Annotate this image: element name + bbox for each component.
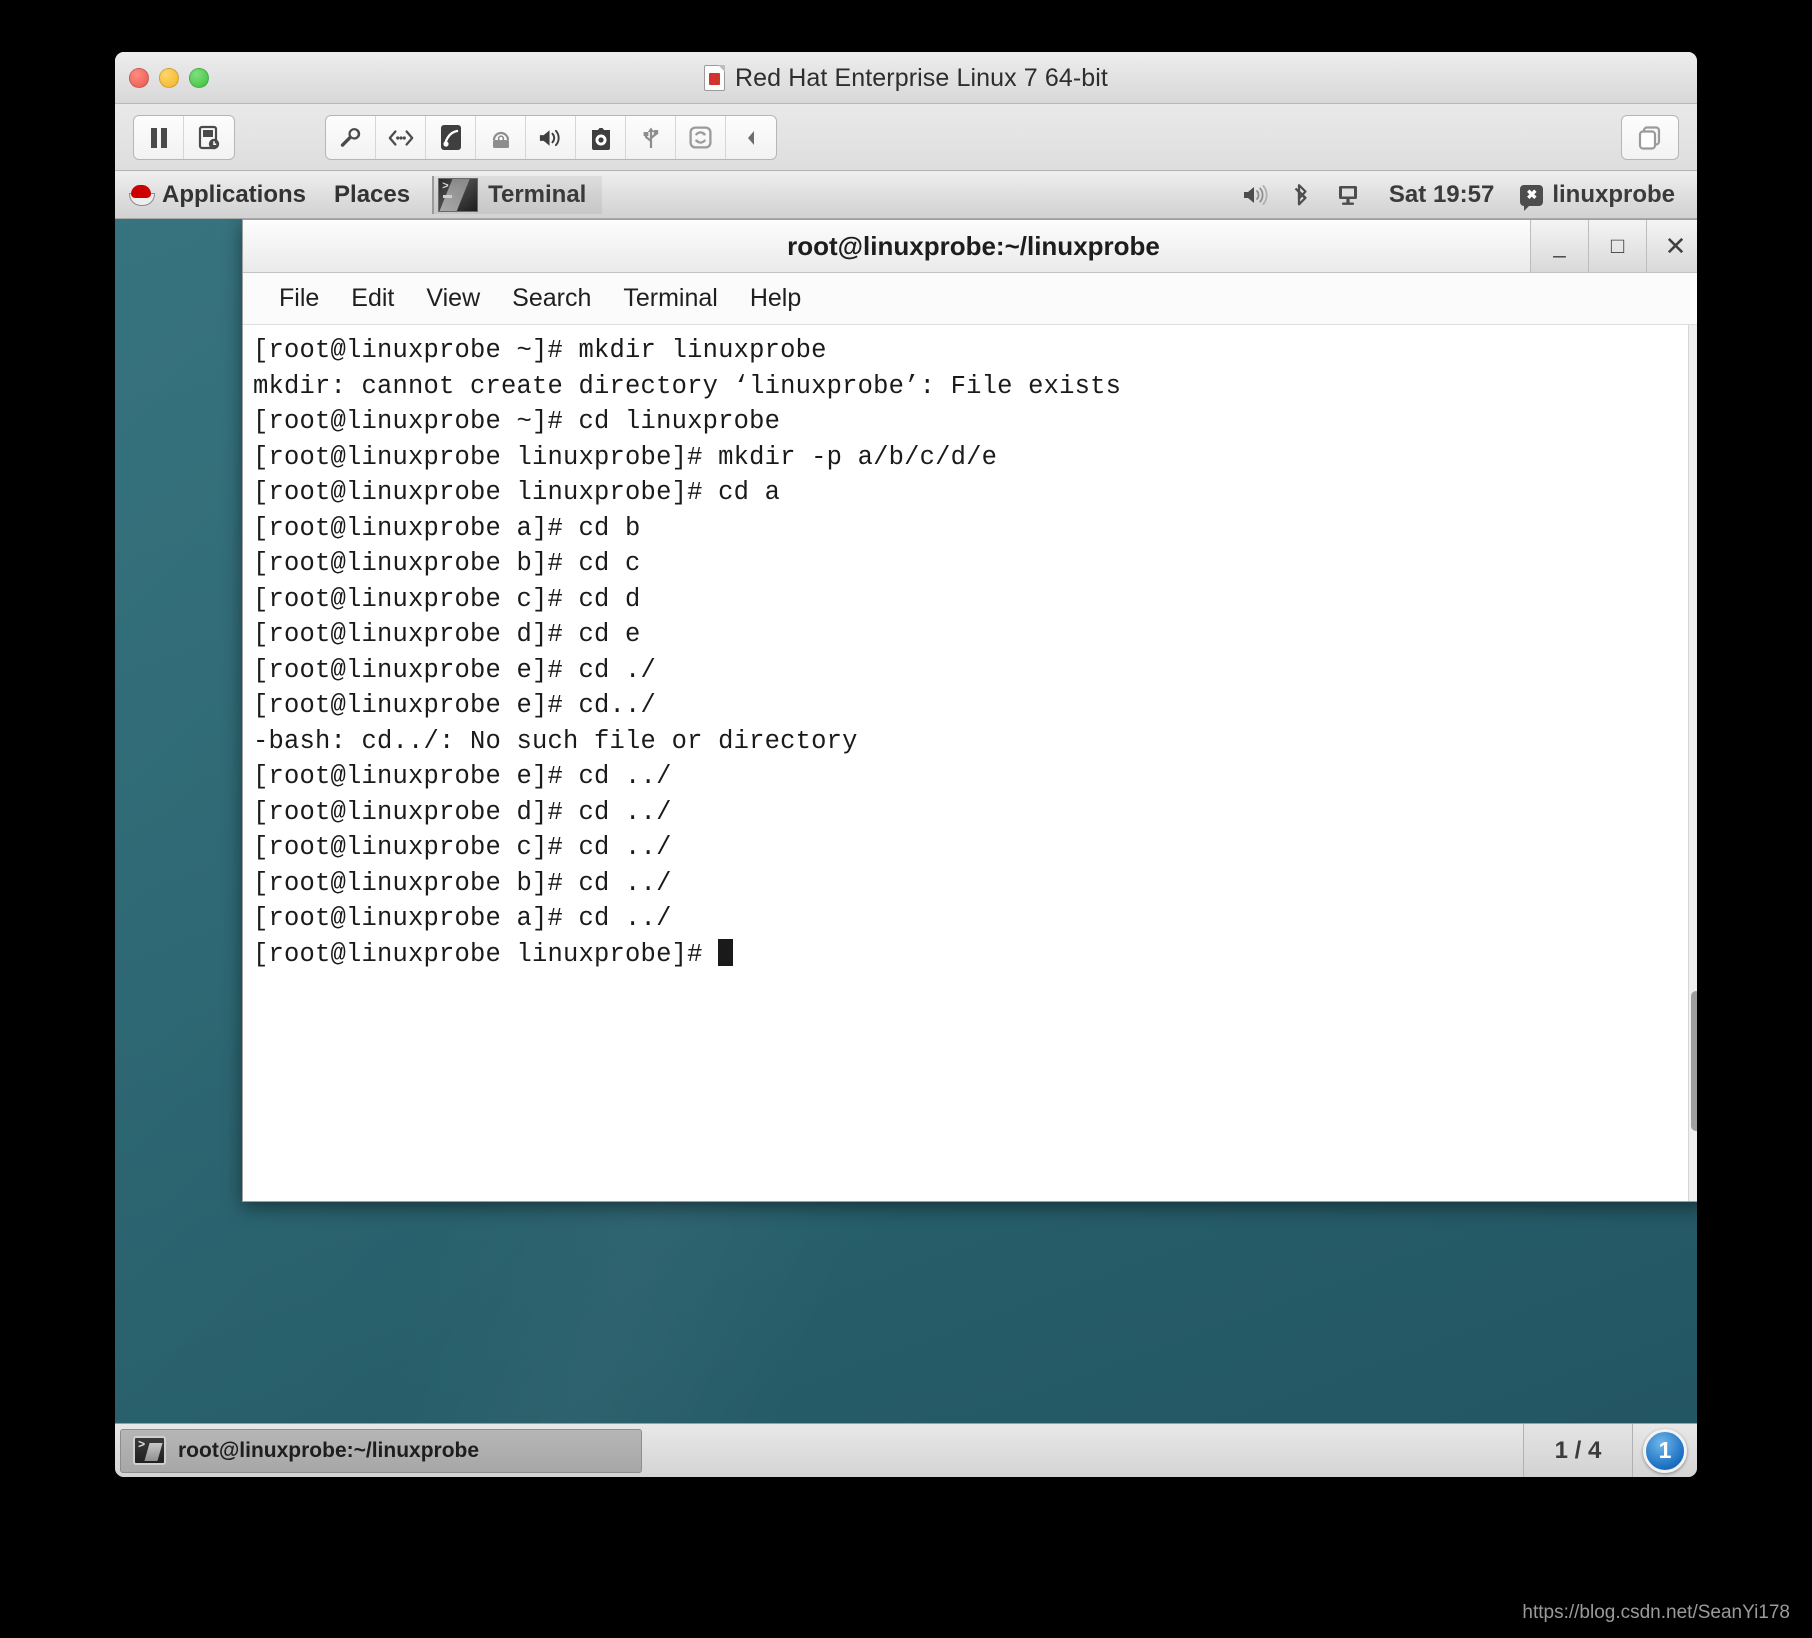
chat-bubble-icon: ✖ <box>1520 184 1544 211</box>
panel-window-button-terminal[interactable]: > Terminal <box>432 176 603 214</box>
terminal-cursor <box>718 938 734 966</box>
vm-document-icon <box>704 65 726 91</box>
menu-file[interactable]: File <box>265 280 333 317</box>
hard-disk-icon[interactable] <box>426 116 476 159</box>
terminal-line: [root@linuxprobe ~]# mkdir linuxprobe <box>253 336 827 365</box>
terminal-line: [root@linuxprobe e]# cd ../ <box>253 762 672 791</box>
terminal-line: [root@linuxprobe d]# cd e <box>253 620 641 649</box>
bluetooth-icon[interactable] <box>1279 172 1325 218</box>
terminal-line: [root@linuxprobe b]# cd ../ <box>253 868 672 898</box>
collapse-chevron-icon[interactable] <box>726 116 776 159</box>
menu-terminal[interactable]: Terminal <box>609 280 731 317</box>
gnome-panel-right: Sat 19:57 ✖ linuxprobe <box>1233 172 1697 218</box>
gnome-clock[interactable]: Sat 19:57 <box>1371 181 1512 209</box>
redhat-logo-icon <box>129 184 155 206</box>
menu-search[interactable]: Search <box>498 280 605 317</box>
maximize-button[interactable]: □ <box>1588 220 1646 272</box>
terminal-line: [root@linuxprobe d]# cd ../ <box>253 797 672 827</box>
guest-os-screen: Applications Places > Terminal Sat 19:57… <box>115 172 1697 1477</box>
terminal-line: -bash: cd../: No such file or directory <box>253 726 858 756</box>
vm-window-title: Red Hat Enterprise Linux 7 64-bit <box>735 63 1108 92</box>
gnome-user-menu[interactable]: ✖ linuxprobe <box>1512 181 1689 211</box>
pause-icon[interactable] <box>134 116 184 159</box>
terminal-line: [root@linuxprobe ~]# cd linuxprobe <box>253 407 781 436</box>
terminal-menubar: File Edit View Search Terminal Help <box>243 273 1697 325</box>
terminal-window-controls: _ □ ✕ <box>1530 220 1697 272</box>
vm-toolbar-device-group <box>325 115 777 160</box>
terminal-prompt-line: [root@linuxprobe linuxprobe]# <box>253 937 1688 973</box>
camera-icon[interactable] <box>576 116 626 159</box>
terminal-line: [root@linuxprobe b]# cd c <box>253 549 641 578</box>
terminal-line: mkdir: cannot create directory ‘linuxpro… <box>253 371 1122 401</box>
network-icon[interactable] <box>376 116 426 159</box>
snapshot-icon[interactable] <box>184 116 234 159</box>
vm-toolbar <box>115 104 1697 171</box>
terminal-line: [root@linuxprobe linuxprobe]# mkdir -p a… <box>253 442 998 472</box>
cd-dvd-icon[interactable] <box>476 116 526 159</box>
vm-toolbar-right-group <box>1621 115 1679 160</box>
vm-title-group: Red Hat Enterprise Linux 7 64-bit <box>115 52 1697 104</box>
minimize-button[interactable]: _ <box>1530 220 1588 272</box>
terminal-icon <box>133 1436 166 1465</box>
vm-titlebar: Red Hat Enterprise Linux 7 64-bit <box>115 52 1697 104</box>
watermark: https://blog.csdn.net/SeanYi178 <box>1522 1602 1790 1623</box>
taskbar-window-button-label: root@linuxprobe:~/linuxprobe <box>178 1438 480 1462</box>
volume-icon[interactable] <box>1233 172 1279 218</box>
terminal-body[interactable]: [root@linuxprobe ~]# mkdir linuxprobe mkd… <box>243 325 1697 1201</box>
terminal-line: [root@linuxprobe c]# cd ../ <box>253 833 672 862</box>
terminal-line: [root@linuxprobe e]# cd ./ <box>253 655 657 685</box>
workspace-badge[interactable]: 1 <box>1643 1428 1687 1473</box>
places-menu-label: Places <box>334 181 411 208</box>
vmware-fusion-window: Red Hat Enterprise Linux 7 64-bit Applic… <box>115 52 1697 1477</box>
gnome-terminal-window: root@linuxprobe:~/linuxprobe _ □ ✕ File … <box>242 219 1697 1202</box>
sound-icon[interactable] <box>526 116 576 159</box>
gnome-panel-left: Applications Places > Terminal <box>115 172 603 218</box>
terminal-scroll-thumb[interactable] <box>1691 990 1697 1131</box>
terminal-thumbnail-icon: > <box>438 178 479 212</box>
taskbar-window-button[interactable]: root@linuxprobe:~/linuxprobe <box>120 1428 642 1473</box>
shared-folders-icon[interactable] <box>676 116 726 159</box>
panel-window-button-label: Terminal <box>488 181 587 208</box>
terminal-output[interactable]: [root@linuxprobe ~]# mkdir linuxprobe mkd… <box>243 325 1688 1201</box>
terminal-line: [root@linuxprobe c]# cd d <box>253 584 641 614</box>
usb-icon[interactable] <box>626 116 676 159</box>
places-menu[interactable]: Places <box>320 172 424 218</box>
menu-edit[interactable]: Edit <box>337 280 408 317</box>
display-icon[interactable] <box>1325 172 1371 218</box>
unity-view-icon[interactable] <box>1622 116 1678 159</box>
terminal-scrollbar[interactable] <box>1688 325 1697 1201</box>
menu-view[interactable]: View <box>412 280 494 317</box>
close-button[interactable]: ✕ <box>1646 220 1697 272</box>
terminal-line: [root@linuxprobe linuxprobe]# cd a <box>253 478 781 507</box>
terminal-line: [root@linuxprobe a]# cd b <box>253 513 641 543</box>
gnome-top-panel: Applications Places > Terminal Sat 19:57… <box>115 172 1697 219</box>
vm-toolbar-left-group <box>133 115 235 160</box>
terminal-titlebar[interactable]: root@linuxprobe:~/linuxprobe _ □ ✕ <box>243 220 1697 273</box>
workspace-indicator[interactable]: 1 / 4 <box>1523 1423 1633 1477</box>
terminal-window-title: root@linuxprobe:~/linuxprobe <box>787 230 1160 261</box>
gnome-bottom-taskbar: root@linuxprobe:~/linuxprobe 1 / 4 1 <box>115 1423 1697 1477</box>
applications-menu[interactable]: Applications <box>115 172 320 218</box>
terminal-line: [root@linuxprobe a]# cd ../ <box>253 904 672 933</box>
gnome-user-label: linuxprobe <box>1552 181 1675 208</box>
menu-help[interactable]: Help <box>736 280 815 317</box>
terminal-line: [root@linuxprobe e]# cd../ <box>253 691 657 720</box>
applications-menu-label: Applications <box>162 181 307 208</box>
terminal-prompt: [root@linuxprobe linuxprobe]# <box>253 939 719 969</box>
settings-wrench-icon[interactable] <box>326 116 376 159</box>
